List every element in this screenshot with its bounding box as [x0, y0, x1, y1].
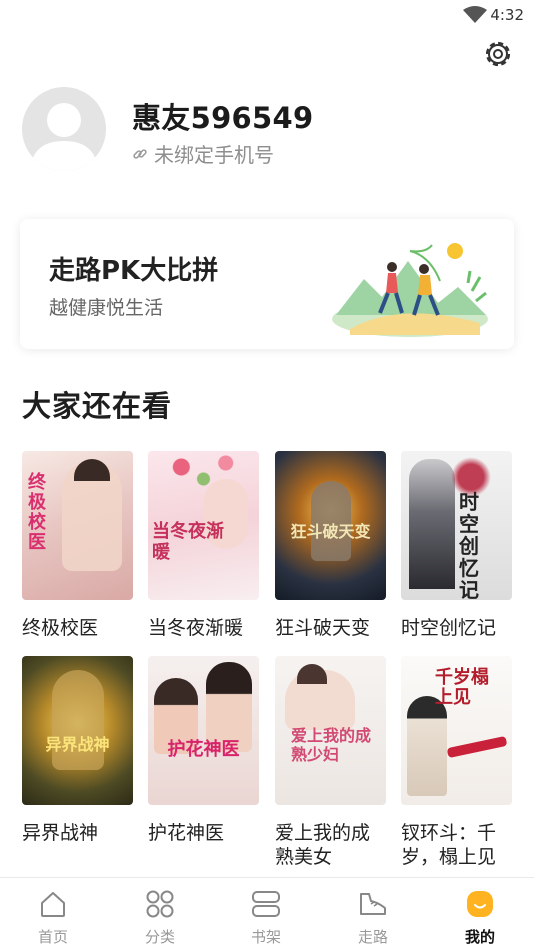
- tab-bookshelf[interactable]: 书架: [213, 878, 319, 949]
- link-icon: [133, 148, 147, 159]
- book-cover[interactable]: 狂斗破天变: [275, 451, 386, 600]
- book-cover[interactable]: 千岁榻上见: [401, 656, 512, 805]
- book-title: 当冬夜渐暖: [148, 617, 244, 639]
- walk-pk-banner[interactable]: 走路PK大比拼 越健康悦生活: [20, 219, 514, 349]
- book-cover[interactable]: 终极校医: [22, 451, 133, 600]
- category-grid-icon: [146, 890, 174, 918]
- book-title: 爱上我的成熟美女: [275, 822, 371, 868]
- tab-walk[interactable]: 走路: [320, 878, 426, 949]
- book-cover[interactable]: 当冬夜渐暖: [148, 451, 259, 600]
- cover-text: 护花神医: [167, 739, 240, 760]
- walking-people-illustration: [332, 243, 488, 337]
- cover-text: 时空创忆记: [459, 490, 479, 600]
- gear-icon: [485, 41, 511, 67]
- username: 惠友596549: [132, 101, 314, 135]
- nav-label: 走路: [357, 928, 388, 946]
- nav-label: 分类: [144, 928, 175, 946]
- profile-header[interactable]: 惠友596549 未绑定手机号: [22, 87, 502, 171]
- book-title: 钗环斗：千岁，榻上见: [401, 822, 497, 868]
- settings-button[interactable]: [480, 36, 516, 72]
- book-card[interactable]: 终极校医 终极校医: [22, 451, 133, 640]
- nav-label: 我的: [464, 928, 495, 946]
- book-cover[interactable]: 时空创忆记: [401, 451, 512, 600]
- tab-home[interactable]: 首页: [0, 878, 106, 949]
- promo-subtitle: 越健康悦生活: [49, 297, 164, 319]
- bookshelf-icon: [252, 891, 280, 917]
- book-card[interactable]: 千岁榻上见 钗环斗：千岁，榻上见: [401, 656, 512, 869]
- book-title: 终极校医: [22, 617, 99, 639]
- nav-label: 书架: [250, 928, 281, 946]
- profile-icon: [467, 891, 493, 917]
- book-cover[interactable]: 异界战神: [22, 656, 133, 805]
- tab-mine[interactable]: 我的: [427, 878, 533, 949]
- book-title: 时空创忆记: [401, 617, 497, 639]
- book-card[interactable]: 异界战神 异界战神: [22, 656, 133, 845]
- book-cover[interactable]: 爱上我的成熟少妇: [275, 656, 386, 805]
- book-card[interactable]: 护花神医 护花神医: [148, 656, 259, 845]
- cover-text: 千岁榻上见: [435, 667, 489, 708]
- cover-text: 当冬夜渐暖: [152, 521, 224, 563]
- section-title: 大家还在看: [22, 389, 173, 423]
- cover-text: 异界战神: [45, 735, 110, 754]
- nav-label: 首页: [37, 928, 68, 946]
- phone-binding-status[interactable]: 未绑定手机号: [132, 139, 274, 168]
- book-cover[interactable]: 护花神医: [148, 656, 259, 805]
- book-card[interactable]: 狂斗破天变 狂斗破天变: [275, 451, 386, 640]
- shoe-icon: [360, 893, 386, 915]
- home-icon: [41, 892, 65, 917]
- cover-text: 爱上我的成熟少妇: [291, 726, 372, 764]
- bottom-nav: 首页 分类 书架 走路 我的: [0, 877, 534, 949]
- cover-text: 终极校医: [28, 472, 46, 553]
- book-title: 狂斗破天变: [275, 617, 371, 639]
- book-card[interactable]: 爱上我的成熟少妇 爱上我的成熟美女: [275, 656, 386, 869]
- default-avatar-icon[interactable]: [22, 87, 106, 171]
- book-card[interactable]: 时空创忆记 时空创忆记: [401, 451, 512, 640]
- wifi-icon: [463, 6, 487, 23]
- promo-title: 走路PK大比拼: [49, 256, 219, 286]
- status-time: 4:32: [490, 6, 524, 24]
- book-title: 护花神医: [148, 822, 225, 844]
- book-title: 异界战神: [22, 822, 99, 844]
- phone-status-text: 未绑定手机号: [154, 143, 274, 167]
- status-bar: 4:32: [0, 0, 534, 30]
- tab-category[interactable]: 分类: [107, 878, 213, 949]
- book-card[interactable]: 当冬夜渐暖 当冬夜渐暖: [148, 451, 259, 640]
- cover-text: 狂斗破天变: [290, 522, 371, 541]
